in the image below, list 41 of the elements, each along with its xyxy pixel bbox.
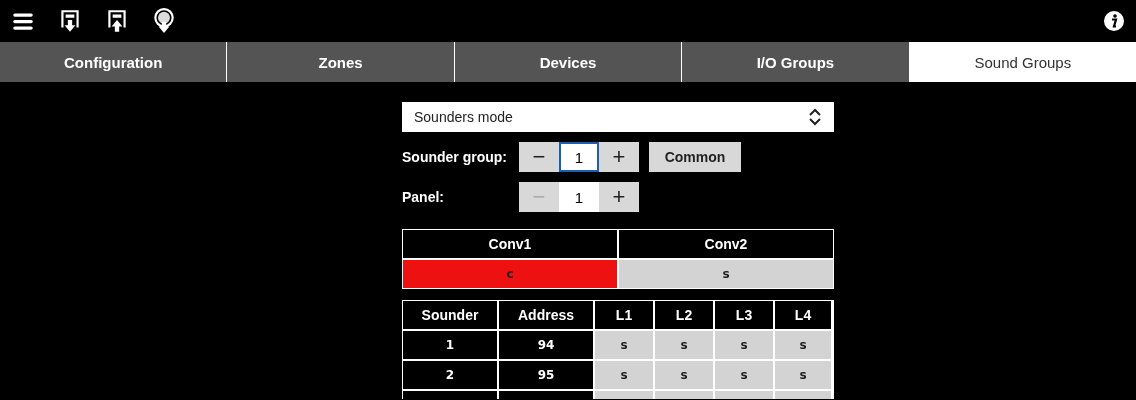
tab[interactable]: Devices	[453, 42, 682, 82]
column-header: Sounder	[403, 301, 497, 329]
sounder-download-icon[interactable]	[151, 8, 177, 34]
info-icon[interactable]	[1104, 11, 1124, 31]
field-label: Sounder group:	[402, 149, 508, 165]
column-header: L1	[595, 301, 653, 329]
table-cell	[595, 391, 653, 399]
status-cell[interactable]: s	[595, 331, 653, 359]
table-cell	[655, 391, 713, 399]
status-cell[interactable]: s	[715, 361, 773, 389]
column-header: L4	[775, 301, 831, 329]
tab[interactable]: I/O Groups	[681, 42, 909, 82]
table-cell: 2	[403, 361, 497, 389]
table-cell	[715, 391, 773, 399]
status-cell[interactable]: s	[595, 361, 653, 389]
status-cell[interactable]: c	[403, 260, 617, 288]
status-cell[interactable]: s	[655, 361, 713, 389]
dropdown-value: Sounders mode	[414, 109, 513, 125]
number-field[interactable]: 1	[559, 142, 599, 172]
status-cell[interactable]: s	[619, 260, 833, 288]
column-header: Address	[499, 301, 593, 329]
mode-dropdown[interactable]: Sounders mode	[402, 102, 834, 132]
status-cell[interactable]: s	[655, 331, 713, 359]
column-header: L2	[655, 301, 713, 329]
common-button[interactable]: Common	[649, 142, 741, 172]
column-header: Conv2	[619, 230, 833, 258]
table-cell: 1	[403, 331, 497, 359]
table-cell: 95	[499, 361, 593, 389]
number-field[interactable]: 1	[559, 182, 599, 212]
table-cell	[775, 391, 831, 399]
tab[interactable]: Sound Groups	[908, 42, 1136, 82]
column-header: Conv1	[403, 230, 617, 258]
tab[interactable]: Configuration	[0, 42, 227, 82]
status-cell[interactable]: s	[715, 331, 773, 359]
chevron-up-down-icon	[808, 107, 822, 127]
table-cell: 94	[499, 331, 593, 359]
tab[interactable]: Zones	[226, 42, 454, 82]
status-cell[interactable]: s	[775, 361, 831, 389]
status-cell[interactable]: s	[775, 331, 831, 359]
column-header: L3	[715, 301, 773, 329]
field-label: Panel:	[402, 189, 445, 205]
